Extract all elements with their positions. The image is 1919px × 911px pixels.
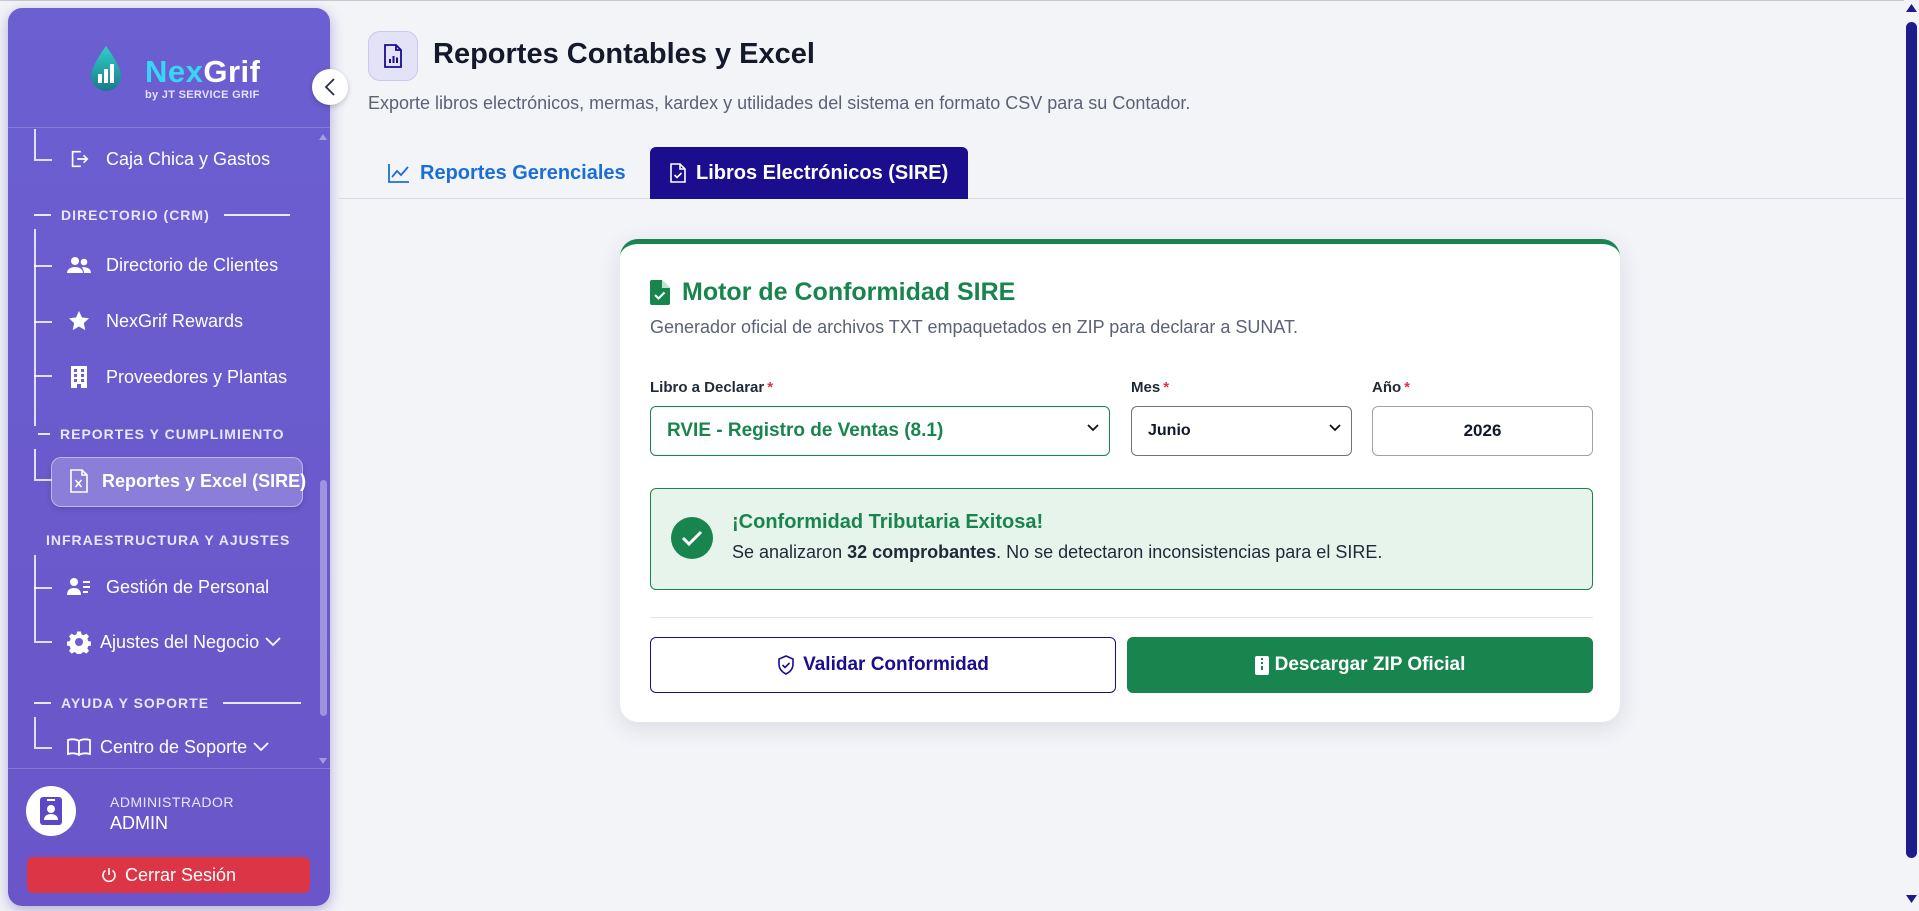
divider xyxy=(650,617,1593,618)
users-icon xyxy=(66,252,92,278)
anio-input[interactable]: 2026 xyxy=(1372,406,1593,456)
tree-line xyxy=(34,449,36,479)
alert-text: Se analizaron 32 comprobantes. No se det… xyxy=(732,542,1383,562)
star-icon xyxy=(66,308,92,334)
scroll-down-arrow-icon[interactable] xyxy=(1906,895,1917,903)
sidebar-item-reportes[interactable]: Reportes y Excel (SIRE) xyxy=(66,461,306,501)
card-subtitle: Generador oficial de archivos TXT empaqu… xyxy=(650,317,1299,337)
tree-line xyxy=(34,717,36,747)
success-alert: ¡Conformidad Tributaria Exitosa! Se anal… xyxy=(650,488,1593,590)
sidebar-scrollbar[interactable] xyxy=(319,134,327,764)
tab-label: Libros Electrónicos (SIRE) xyxy=(696,161,949,184)
sidebar-item-caja-chica[interactable]: Caja Chica y Gastos xyxy=(66,139,270,179)
tree-line xyxy=(34,587,52,589)
sire-card: Motor de Conformidad SIRE Generador ofic… xyxy=(620,239,1620,722)
sidebar-item-clientes[interactable]: Directorio de Clientes xyxy=(66,245,278,285)
section-reportes: REPORTES Y CUMPLIMIENTO xyxy=(38,426,284,442)
tree-line xyxy=(34,265,52,267)
mes-label: Mes * xyxy=(1131,379,1170,396)
tree-line xyxy=(34,641,52,643)
sidebar-item-rewards[interactable]: NexGrif Rewards xyxy=(66,301,243,341)
logout-button[interactable]: Cerrar Sesión xyxy=(27,857,310,893)
logout-label: Cerrar Sesión xyxy=(124,864,237,885)
section-crm: DIRECTORIO (CRM) xyxy=(34,207,290,223)
sidebar-item-label: Reportes y Excel (SIRE) xyxy=(102,470,307,491)
tree-line xyxy=(34,555,36,641)
line-chart-icon xyxy=(388,163,410,183)
sidebar: NexGrif by JT SERVICE GRIF Caja Chica y … xyxy=(8,8,330,906)
tree-line xyxy=(34,229,36,426)
tab-reportes-gerenciales[interactable]: Reportes Gerenciales xyxy=(368,147,646,199)
chevron-left-icon xyxy=(324,78,335,96)
libro-select[interactable]: RVIE - Registro de Ventas (8.1) xyxy=(650,406,1110,456)
scroll-up-arrow-icon[interactable] xyxy=(1906,4,1917,12)
page-subtitle: Exporte libros electrónicos, mermas, kar… xyxy=(368,93,1191,113)
excel-file-icon xyxy=(66,468,92,494)
chevron-down-icon xyxy=(1329,424,1341,432)
file-check-icon xyxy=(670,163,686,183)
alert-title: ¡Conformidad Tributaria Exitosa! xyxy=(732,511,1044,533)
tree-line xyxy=(34,479,52,481)
validar-conformidad-button[interactable]: Validar Conformidad xyxy=(650,637,1116,693)
user-role: ADMINISTRADOR xyxy=(110,794,234,810)
window-scrollbar[interactable] xyxy=(1904,0,1919,911)
tree-line xyxy=(34,375,52,377)
user-list-icon xyxy=(66,574,92,600)
sidebar-scroll-thumb[interactable] xyxy=(320,480,327,716)
sidebar-item-label: NexGrif Rewards xyxy=(106,310,244,331)
card-title: Motor de Conformidad SIRE xyxy=(650,278,1015,307)
sidebar-item-label: Proveedores y Plantas xyxy=(106,366,288,387)
brand-name: NexGrif xyxy=(145,54,261,89)
tab-libros-electronicos[interactable]: Libros Electrónicos (SIRE) xyxy=(650,147,969,199)
libro-label: Libro a Declarar * xyxy=(650,379,774,396)
report-file-icon xyxy=(368,31,418,81)
tree-line xyxy=(34,129,36,159)
sidebar-nav: Caja Chica y Gastos DIRECTORIO (CRM) Dir… xyxy=(8,129,330,769)
check-circle-icon xyxy=(671,517,713,559)
window-scroll-thumb[interactable] xyxy=(1906,22,1917,858)
chevron-down-icon xyxy=(1087,424,1099,432)
chevron-down-icon xyxy=(253,742,269,752)
shield-check-icon xyxy=(777,655,795,675)
sidebar-item-label: Ajustes del Negocio xyxy=(100,631,260,652)
exit-arrow-icon xyxy=(66,146,92,172)
tree-line xyxy=(34,321,52,323)
sidebar-item-proveedores[interactable]: Proveedores y Plantas xyxy=(66,357,287,397)
avatar xyxy=(26,786,76,836)
gear-icon xyxy=(66,629,92,655)
sidebar-collapse-button[interactable] xyxy=(312,69,348,105)
tabs: Reportes Gerenciales Libros Electrónicos… xyxy=(338,147,1904,199)
anio-label: Año * xyxy=(1372,379,1411,396)
building-icon xyxy=(66,364,92,390)
section-infra: INFRAESTRUCTURA Y AJUSTES xyxy=(46,532,291,548)
file-check-icon xyxy=(650,280,670,305)
sidebar-item-label: Directorio de Clientes xyxy=(106,254,279,275)
tree-line xyxy=(34,159,52,161)
sidebar-item-label: Gestión de Personal xyxy=(106,576,270,597)
descargar-zip-button[interactable]: Descargar ZIP Oficial xyxy=(1127,637,1593,693)
main-content: Reportes Contables y Excel Exporte libro… xyxy=(338,0,1904,911)
tab-label: Reportes Gerenciales xyxy=(420,161,626,184)
brand: NexGrif by JT SERVICE GRIF xyxy=(8,8,330,128)
mes-select[interactable]: Junio xyxy=(1131,406,1352,456)
chevron-down-icon xyxy=(265,637,281,647)
user-name: ADMIN xyxy=(110,813,168,833)
sidebar-item-soporte[interactable]: Centro de Soporte xyxy=(66,727,269,767)
sidebar-item-ajustes[interactable]: Ajustes del Negocio xyxy=(66,622,281,662)
nexgrif-logo-icon xyxy=(91,46,121,91)
sidebar-item-label: Caja Chica y Gastos xyxy=(106,148,271,169)
power-icon xyxy=(101,867,117,883)
user-panel: ADMINISTRADOR ADMIN Cerrar Sesión xyxy=(8,768,330,906)
book-icon xyxy=(66,734,92,760)
page-title: Reportes Contables y Excel xyxy=(433,38,815,70)
sidebar-item-label: Centro de Soporte xyxy=(100,736,248,757)
section-ayuda: AYUDA Y SOPORTE xyxy=(34,695,302,711)
tree-line xyxy=(34,747,52,749)
zip-file-icon xyxy=(1254,655,1269,675)
brand-tagline: by JT SERVICE GRIF xyxy=(145,89,260,101)
sidebar-item-personal[interactable]: Gestión de Personal xyxy=(66,567,269,607)
